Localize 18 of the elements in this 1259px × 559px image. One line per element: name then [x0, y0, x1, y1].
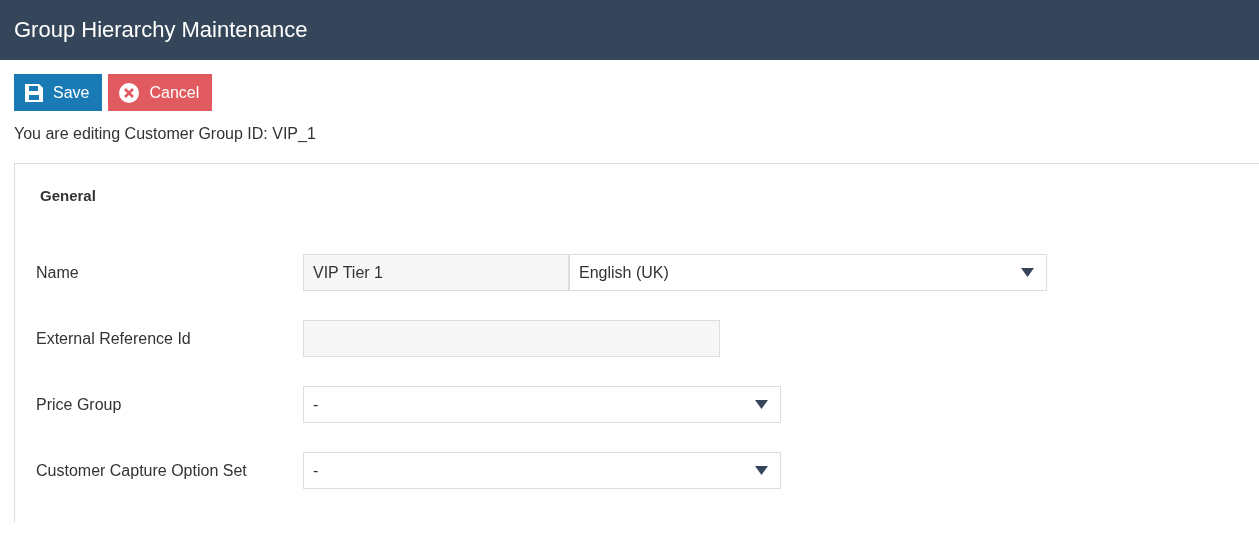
language-select[interactable]: English (UK)	[569, 254, 1047, 291]
caret-icon	[1021, 268, 1034, 277]
page-title: Group Hierarchy Maintenance	[14, 17, 308, 43]
name-field[interactable]: VIP Tier 1	[303, 254, 569, 291]
select-field[interactable]: -	[303, 452, 781, 489]
field-label: External Reference Id	[36, 329, 192, 348]
caret-icon	[755, 466, 768, 475]
input-field[interactable]	[303, 320, 720, 357]
field-label: Customer Capture Option Set	[36, 461, 248, 480]
close-circle-icon	[119, 82, 140, 103]
caret-icon	[755, 400, 768, 409]
field-label: Name	[36, 263, 80, 282]
cancel-button[interactable]: Cancel	[108, 74, 213, 111]
editing-notice: You are editing Customer Group ID: VIP_1	[13, 124, 317, 143]
field-label: Price Group	[36, 395, 123, 414]
section-title: General	[39, 187, 97, 204]
save-button[interactable]: Save	[14, 74, 103, 111]
select-field[interactable]: -	[303, 386, 781, 423]
